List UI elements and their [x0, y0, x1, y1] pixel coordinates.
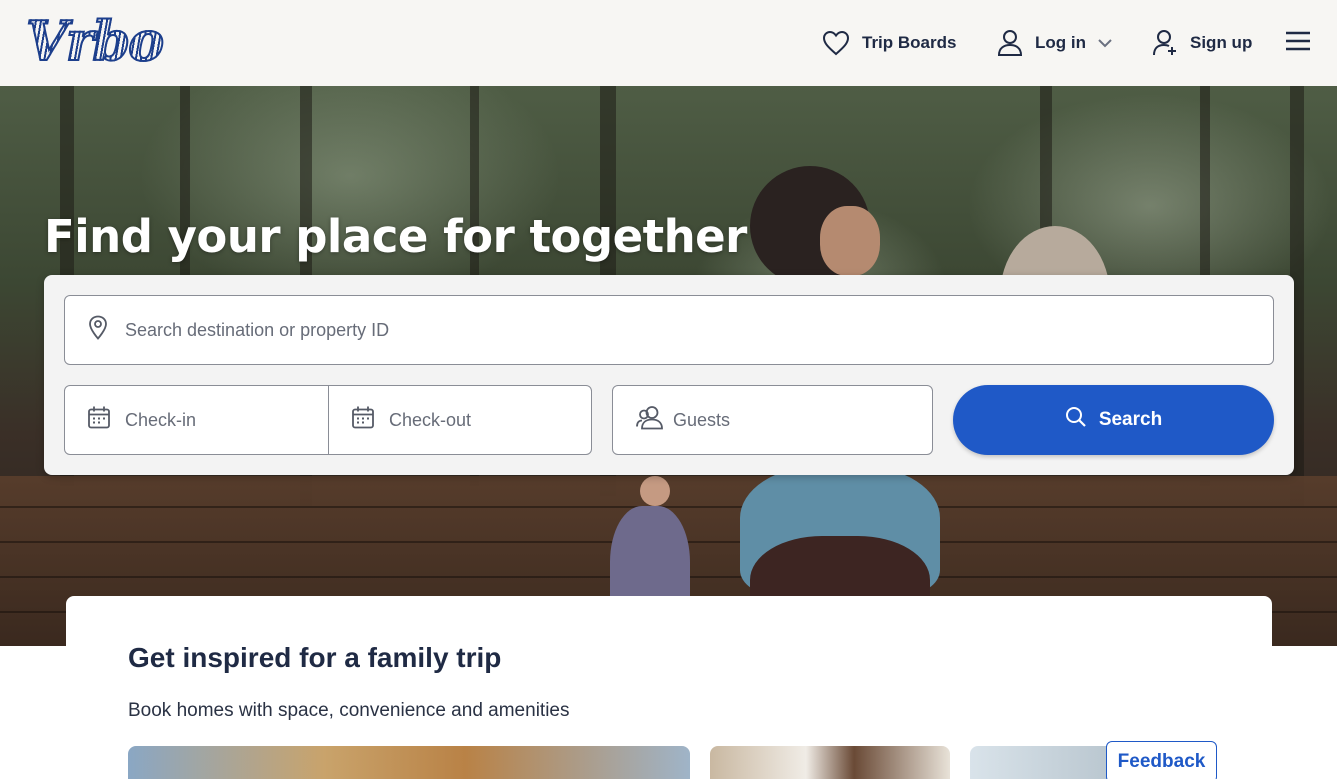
check-out-placeholder: Check-out	[389, 409, 472, 430]
calendar-icon	[87, 406, 111, 435]
inspiration-card-image[interactable]	[710, 746, 950, 779]
nav-trip-boards[interactable]: Trip Boards	[822, 0, 956, 86]
search-icon	[1065, 406, 1087, 434]
trip-boards-label: Trip Boards	[862, 33, 957, 52]
hero-section: Find your place for together Search dest…	[0, 86, 1337, 646]
location-pin-icon	[87, 315, 109, 346]
vrbo-logo[interactable]: Vrbo	[25, 9, 182, 73]
check-in-placeholder: Check-in	[125, 409, 197, 430]
inspiration-section: Get inspired for a family trip Book home…	[66, 596, 1272, 779]
calendar-icon	[351, 406, 375, 435]
logo-text: Vrbo	[25, 9, 165, 73]
nav-log-in[interactable]: Log in	[997, 0, 1112, 86]
hero-title: Find your place for together	[44, 210, 747, 263]
heart-icon	[822, 30, 850, 56]
check-in-input[interactable]: Check-in	[64, 385, 329, 455]
nav-sign-up[interactable]: Sign up	[1152, 0, 1252, 86]
guests-input[interactable]: Guests	[612, 385, 933, 455]
guests-icon	[635, 405, 665, 436]
destination-placeholder: Search destination or property ID	[125, 319, 390, 340]
user-plus-icon	[1152, 29, 1178, 57]
check-out-input[interactable]: Check-out	[328, 385, 592, 455]
user-icon	[997, 29, 1023, 57]
guests-placeholder: Guests	[673, 409, 731, 430]
log-in-label: Log in	[1035, 33, 1086, 52]
chevron-down-icon	[1098, 38, 1112, 48]
feedback-button[interactable]: Feedback	[1106, 741, 1217, 779]
nav-menu[interactable]	[1286, 0, 1310, 86]
inspiration-card-image[interactable]	[128, 746, 690, 779]
site-header: Vrbo Trip Boards Log in Sign up	[0, 0, 1337, 86]
search-button-label: Search	[1098, 409, 1163, 430]
destination-input[interactable]: Search destination or property ID	[64, 295, 1274, 365]
search-form: Search destination or property ID Check-…	[44, 275, 1294, 475]
inspiration-subtitle: Book homes with space, convenience and a…	[128, 700, 570, 721]
search-button[interactable]: Search	[953, 385, 1274, 455]
hamburger-menu-icon[interactable]	[1286, 31, 1310, 56]
inspiration-title: Get inspired for a family trip	[128, 642, 502, 673]
sign-up-label: Sign up	[1190, 33, 1253, 52]
